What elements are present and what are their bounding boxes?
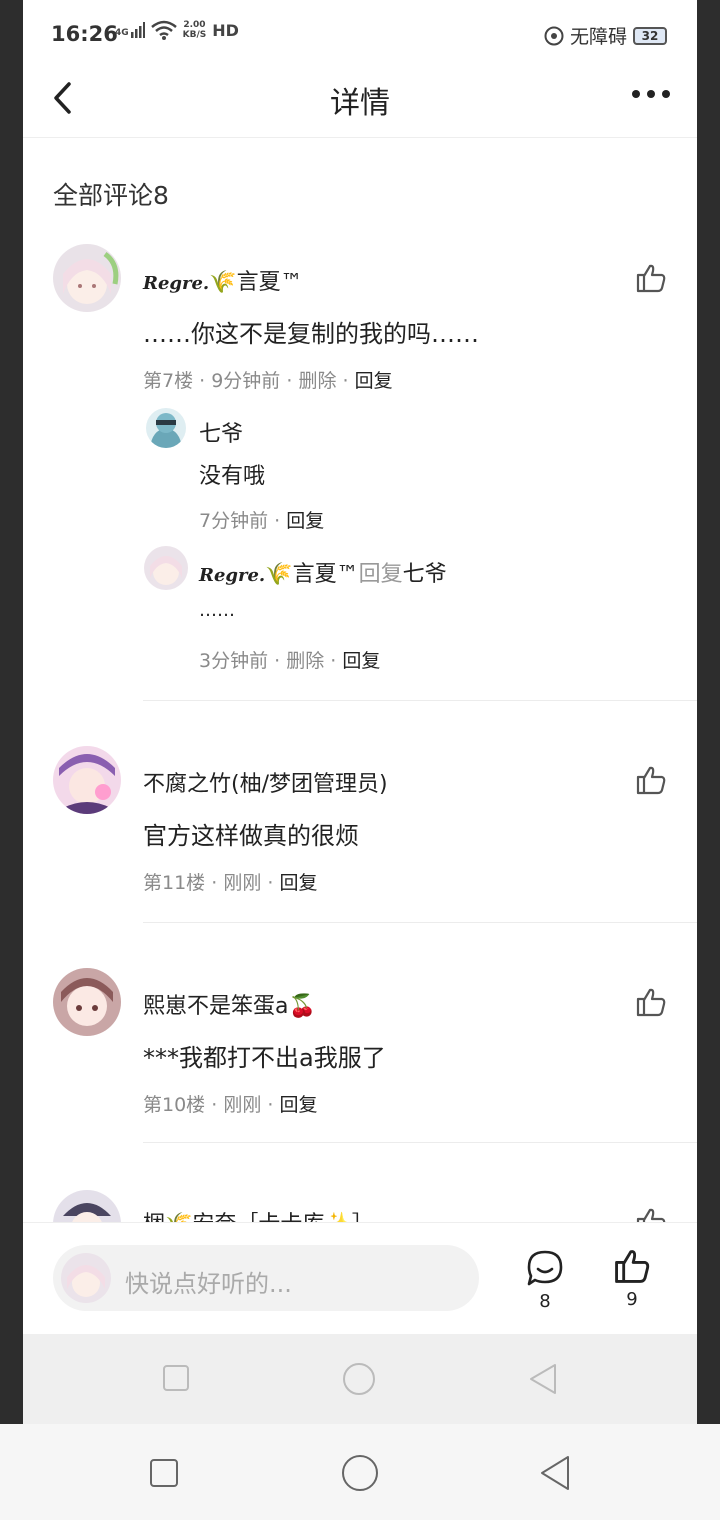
page-title: 详情 xyxy=(330,86,390,121)
comment-text: 官方这样做真的很烦 xyxy=(143,822,359,850)
wifi-icon xyxy=(150,20,177,40)
system-nav-bar xyxy=(0,1424,720,1520)
all-comments-title: 全部评论8 xyxy=(53,181,169,210)
comment-username[interactable]: Regre.🌾言夏™ xyxy=(143,264,303,296)
accessibility-icon xyxy=(544,26,564,45)
back-icon[interactable] xyxy=(538,1454,572,1492)
comment-username[interactable]: 不腐之竹(柚/梦团管理员) xyxy=(143,766,388,798)
top-nav-bar: 详情 xyxy=(23,64,697,138)
home-icon[interactable] xyxy=(341,1454,379,1492)
avatar[interactable] xyxy=(53,244,121,312)
thumbs-up-icon[interactable] xyxy=(635,262,667,294)
thumbs-up-icon[interactable] xyxy=(635,986,667,1018)
reply-link[interactable]: 回复 xyxy=(279,1094,317,1116)
comment-input-bar: 快说点好听的... 8 9 xyxy=(23,1222,697,1334)
delete-link[interactable]: 删除 xyxy=(286,650,324,672)
comment-meta: 第7楼 · 9分钟前 · 删除 · 回复 xyxy=(143,370,393,392)
home-icon[interactable] xyxy=(342,1362,376,1396)
more-dots-icon[interactable] xyxy=(631,88,671,100)
avatar[interactable] xyxy=(146,408,186,448)
reply-link[interactable]: 回复 xyxy=(286,510,324,532)
reply-username[interactable]: 七爷 xyxy=(199,416,243,448)
app-screen: 16:26 4G 2.00 KB/S HD 无障碍 32 详情 全部评论8 Re… xyxy=(23,0,697,1424)
comment-text: ……你这不是复制的我的吗…… xyxy=(143,320,479,348)
avatar xyxy=(61,1253,111,1303)
back-icon[interactable] xyxy=(527,1362,559,1396)
status-right: 无障碍 32 xyxy=(544,22,667,49)
comment-username[interactable]: 熙崽不是笨蛋a🍒 xyxy=(143,988,316,1020)
comment-text: ***我都打不出a我服了 xyxy=(143,1044,386,1072)
recent-apps-icon[interactable] xyxy=(162,1364,190,1392)
reply-username[interactable]: Regre.🌾言夏™回复七爷 xyxy=(199,556,447,588)
avatar[interactable] xyxy=(144,546,188,590)
status-time: 16:26 xyxy=(51,22,118,46)
network-type: 4G xyxy=(115,28,129,38)
status-bar: 16:26 4G 2.00 KB/S HD 无障碍 32 xyxy=(23,0,697,64)
delete-link[interactable]: 删除 xyxy=(298,370,336,392)
comment-bubble-icon[interactable] xyxy=(526,1249,564,1287)
comment-input-placeholder: 快说点好听的... xyxy=(125,1270,292,1298)
reply-text: 没有哦 xyxy=(199,464,266,489)
status-icons: 4G 2.00 KB/S HD xyxy=(115,20,239,40)
comment-meta: 第10楼 · 刚刚 · 回复 xyxy=(143,1094,318,1116)
reply-link[interactable]: 回复 xyxy=(355,370,393,392)
avatar[interactable] xyxy=(53,746,121,814)
accessibility-label: 无障碍 xyxy=(569,26,627,48)
network-speed: 2.00 KB/S xyxy=(182,20,207,40)
avatar[interactable] xyxy=(53,968,121,1036)
thumbs-up-icon[interactable] xyxy=(635,764,667,796)
comment-count: 8 xyxy=(539,1291,551,1312)
reply-text: …… xyxy=(199,600,235,621)
like-count: 9 xyxy=(626,1289,638,1310)
reply-link[interactable]: 回复 xyxy=(279,872,317,894)
hd-icon: HD xyxy=(212,20,239,40)
divider xyxy=(143,1142,697,1143)
reply-meta: 7分钟前 · 回复 xyxy=(199,510,325,532)
signal-icon: 4G xyxy=(115,22,145,38)
app-nav-bar xyxy=(23,1334,697,1424)
comment-meta: 第11楼 · 刚刚 · 回复 xyxy=(143,872,318,894)
comment-input[interactable]: 快说点好听的... xyxy=(53,1245,479,1311)
divider xyxy=(143,922,697,923)
reply-meta: 3分钟前 · 删除 · 回复 xyxy=(199,650,381,672)
battery-icon: 32 xyxy=(633,26,667,45)
thumbs-up-icon[interactable] xyxy=(613,1247,651,1285)
recent-apps-icon[interactable] xyxy=(149,1458,179,1488)
divider xyxy=(143,700,697,701)
reply-link[interactable]: 回复 xyxy=(342,650,380,672)
